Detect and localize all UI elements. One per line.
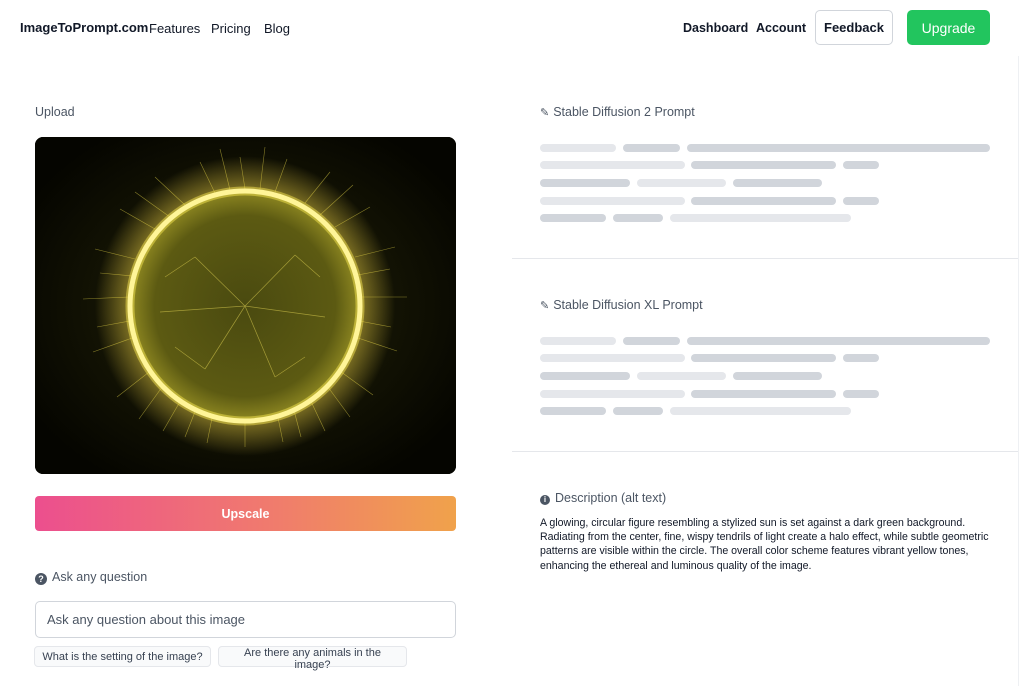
skeleton-line — [540, 337, 616, 345]
skeleton-line — [843, 390, 879, 398]
question-circle-icon: ? — [35, 573, 47, 585]
skeleton-line — [540, 407, 606, 415]
right-edge-divider — [1018, 56, 1019, 686]
description-text: A glowing, circular figure resembling a … — [540, 517, 989, 572]
skeleton-line — [540, 214, 606, 222]
skeleton-line — [623, 337, 680, 345]
skeleton-line — [540, 354, 685, 362]
skeleton-line — [843, 197, 879, 205]
upgrade-button[interactable]: Upgrade — [907, 10, 990, 45]
skeleton-line — [637, 179, 726, 187]
nav-blog[interactable]: Blog — [264, 21, 290, 36]
upscale-button[interactable]: Upscale — [35, 496, 456, 531]
ask-question-label: ? Ask any question — [35, 570, 147, 585]
skeleton-line — [613, 214, 663, 222]
sdxl-prompt-title: Stable Diffusion XL Prompt — [553, 298, 703, 312]
suggestion-chip-setting[interactable]: What is the setting of the image? — [34, 646, 211, 667]
skeleton-line — [670, 407, 851, 415]
question-input[interactable] — [35, 601, 456, 638]
skeleton-line — [540, 390, 685, 398]
brand-logo[interactable]: ImageToPrompt.com — [20, 20, 148, 35]
nav-features[interactable]: Features — [149, 21, 200, 36]
brush-icon: ✎ — [540, 107, 550, 119]
skeleton-line — [691, 161, 836, 169]
skeleton-line — [540, 144, 616, 152]
info-circle-icon: i — [540, 495, 550, 505]
nav-dashboard[interactable]: Dashboard — [683, 21, 748, 35]
skeleton-line — [733, 372, 822, 380]
section-divider — [512, 258, 1018, 259]
skeleton-line — [540, 197, 685, 205]
brush-icon: ✎ — [540, 300, 550, 312]
top-navbar: ImageToPrompt.com Features Pricing Blog … — [0, 0, 1024, 56]
skeleton-line — [687, 337, 990, 345]
skeleton-line — [623, 144, 680, 152]
skeleton-line — [637, 372, 726, 380]
skeleton-line — [540, 179, 630, 187]
sd2-prompt-heading: ✎ Stable Diffusion 2 Prompt — [540, 105, 695, 119]
skeleton-line — [540, 161, 685, 169]
uploaded-image[interactable] — [35, 137, 456, 474]
skeleton-line — [691, 197, 836, 205]
description-heading: i Description (alt text) — [540, 491, 666, 505]
section-divider — [512, 451, 1018, 452]
description-title: Description (alt text) — [555, 491, 667, 505]
skeleton-line — [540, 372, 630, 380]
suggestion-chip-animals[interactable]: Are there any animals in the image? — [218, 646, 407, 671]
upload-label: Upload — [35, 105, 75, 119]
skeleton-line — [670, 214, 851, 222]
skeleton-line — [613, 407, 663, 415]
ask-question-text: Ask any question — [52, 570, 148, 584]
sun-image-graphic — [35, 137, 456, 474]
feedback-button[interactable]: Feedback — [815, 10, 893, 45]
skeleton-line — [691, 390, 836, 398]
sd2-prompt-title: Stable Diffusion 2 Prompt — [553, 105, 695, 119]
nav-pricing[interactable]: Pricing — [211, 21, 251, 36]
skeleton-line — [733, 179, 822, 187]
sdxl-prompt-heading: ✎ Stable Diffusion XL Prompt — [540, 298, 703, 312]
skeleton-line — [843, 354, 879, 362]
skeleton-line — [691, 354, 836, 362]
nav-account[interactable]: Account — [756, 21, 806, 35]
skeleton-line — [843, 161, 879, 169]
skeleton-line — [687, 144, 990, 152]
